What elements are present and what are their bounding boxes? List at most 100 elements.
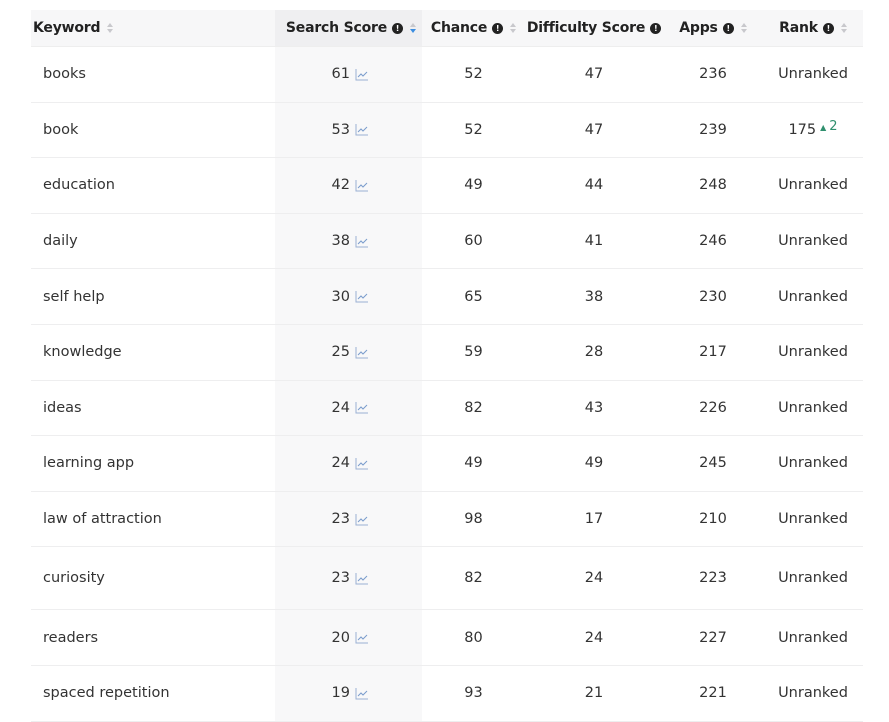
cell-chance: 52	[422, 103, 525, 158]
table-row[interactable]: book 53 52 47 239 175 ▲ 2	[31, 102, 863, 159]
table-row[interactable]: ideas 24 82 43 226 Unranked	[31, 380, 863, 437]
difficulty-value: 41	[584, 233, 604, 250]
column-header-keyword[interactable]: Keyword	[31, 10, 275, 46]
keyword-value: daily	[43, 233, 78, 250]
cell-chance: 82	[422, 547, 525, 609]
info-icon[interactable]: !	[650, 22, 662, 34]
sort-icon[interactable]	[740, 22, 747, 34]
keyword-value: learning app	[43, 455, 135, 472]
cell-apps: 236	[663, 47, 763, 102]
trend-chart-icon[interactable]	[355, 346, 369, 359]
cell-chance: 49	[422, 436, 525, 491]
sort-icon[interactable]	[107, 22, 114, 34]
trend-chart-icon[interactable]	[355, 68, 369, 81]
rank-value: 175	[788, 121, 817, 138]
cell-chance: 60	[422, 214, 525, 269]
info-icon[interactable]: !	[492, 22, 504, 34]
column-header-chance[interactable]: Chance!	[422, 10, 525, 46]
rank-change: ▲ 2	[820, 119, 837, 134]
search-score-value: 24	[331, 399, 350, 416]
cell-search-score: 24	[275, 436, 422, 491]
column-header-label: Difficulty Score	[526, 20, 646, 36]
chance-value: 49	[464, 177, 483, 194]
info-icon[interactable]: !	[822, 22, 834, 34]
table-body: books 61 52 47 236 Unranked book 53 52 47 239 175 ▲ 2…	[31, 47, 863, 722]
difficulty-value: 28	[584, 344, 604, 361]
column-header-difficulty[interactable]: Difficulty Score!	[525, 10, 663, 46]
apps-value: 230	[699, 288, 727, 305]
column-header-label: Apps	[679, 20, 718, 36]
difficulty-value: 49	[584, 455, 604, 472]
table-row[interactable]: curiosity 23 82 24 223 Unranked	[31, 547, 863, 611]
search-score-value: 42	[331, 177, 350, 194]
rank-value: Unranked	[778, 511, 848, 528]
cell-rank: 175 ▲ 2	[763, 103, 863, 158]
table-row[interactable]: self help 30 65 38 230 Unranked	[31, 269, 863, 325]
info-icon[interactable]: !	[722, 22, 734, 34]
cell-rank: Unranked	[763, 547, 863, 609]
column-header-rank[interactable]: Rank!	[763, 10, 863, 46]
cell-apps: 226	[663, 381, 763, 436]
rank-value: Unranked	[778, 685, 848, 702]
sort-icon[interactable]	[840, 22, 847, 34]
trend-chart-icon[interactable]	[355, 513, 369, 526]
cell-search-score: 19	[275, 665, 422, 721]
rank-value: Unranked	[778, 233, 848, 250]
difficulty-value: 43	[584, 399, 604, 416]
triangle-up-icon: ▲	[820, 123, 827, 133]
apps-value: 210	[699, 511, 727, 528]
trend-chart-icon[interactable]	[355, 235, 369, 248]
trend-chart-icon[interactable]	[355, 123, 369, 136]
search-score-value: 53	[331, 121, 350, 138]
rank-value: Unranked	[778, 570, 848, 587]
trend-chart-icon[interactable]	[355, 179, 369, 192]
apps-value: 246	[699, 233, 727, 250]
table-row[interactable]: knowledge 25 59 28 217 Unranked	[31, 324, 863, 381]
chance-value: 52	[464, 66, 483, 83]
cell-search-score: 25	[275, 324, 422, 380]
trend-chart-icon[interactable]	[355, 572, 369, 585]
trend-chart-icon[interactable]	[355, 401, 369, 414]
column-header-apps[interactable]: Apps!	[663, 10, 763, 46]
table-row[interactable]: law of attraction 23 98 17 210 Unranked	[31, 491, 863, 548]
cell-search-score: 42	[275, 158, 422, 213]
search-score-value: 20	[331, 629, 350, 646]
cell-search-score: 24	[275, 380, 422, 436]
apps-value: 226	[699, 399, 727, 416]
sort-icon[interactable]	[410, 22, 416, 34]
table-row[interactable]: spaced repetition 19 93 21 221 Unranked	[31, 665, 863, 722]
info-icon[interactable]: !	[392, 22, 403, 34]
sort-icon[interactable]	[510, 22, 517, 34]
table-row[interactable]: education 42 49 44 248 Unranked	[31, 158, 863, 214]
search-score-value: 24	[331, 455, 350, 472]
rank-value: Unranked	[778, 177, 848, 194]
rank-value: Unranked	[778, 629, 848, 646]
cell-keyword: books	[31, 47, 275, 102]
table-row[interactable]: learning app 24 49 49 245 Unranked	[31, 436, 863, 492]
cell-apps: 227	[663, 610, 763, 665]
table-header: Keyword Search Score! Chance! Difficulty Sc…	[31, 10, 863, 47]
trend-chart-icon[interactable]	[355, 457, 369, 470]
cell-keyword: law of attraction	[31, 492, 275, 547]
trend-chart-icon[interactable]	[355, 631, 369, 644]
table-row[interactable]: daily 38 60 41 246 Unranked	[31, 213, 863, 270]
table-row[interactable]: readers 20 80 24 227 Unranked	[31, 610, 863, 666]
search-score-value: 30	[331, 288, 350, 305]
cell-search-score: 30	[275, 269, 422, 324]
table-row[interactable]: books 61 52 47 236 Unranked	[31, 47, 863, 103]
search-score-value: 38	[331, 233, 350, 250]
keyword-value: law of attraction	[43, 511, 162, 528]
cell-difficulty: 41	[525, 214, 663, 269]
trend-chart-icon[interactable]	[355, 687, 369, 700]
chance-value: 65	[464, 288, 483, 305]
chance-value: 82	[464, 570, 483, 587]
keyword-value: spaced repetition	[43, 685, 170, 702]
apps-value: 223	[699, 570, 727, 587]
cell-keyword: book	[31, 103, 275, 158]
rank-value: Unranked	[778, 455, 848, 472]
cell-apps: 248	[663, 158, 763, 213]
cell-rank: Unranked	[763, 325, 863, 380]
column-header-search-score[interactable]: Search Score!	[275, 10, 422, 46]
trend-chart-icon[interactable]	[355, 290, 369, 303]
cell-difficulty: 49	[525, 436, 663, 491]
